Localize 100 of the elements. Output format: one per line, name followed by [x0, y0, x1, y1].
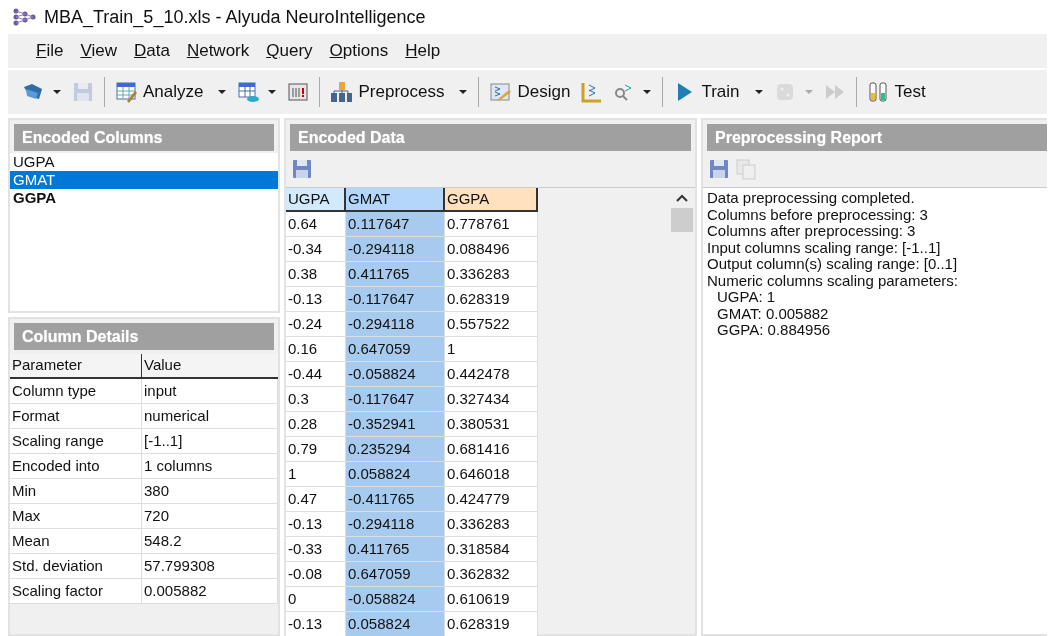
caret-icon[interactable] — [217, 89, 228, 95]
caret-icon[interactable] — [267, 89, 278, 95]
table-cell: 380 — [142, 479, 278, 504]
table-icon — [237, 81, 260, 103]
table-cell: 0.411765 — [346, 537, 445, 562]
table-cell: 0.628319 — [445, 612, 538, 636]
table-cell: Max — [10, 504, 142, 529]
scroll-thumb[interactable] — [671, 208, 693, 232]
panel-header: Encoded Data — [290, 124, 691, 151]
panel-header: Encoded Columns — [14, 124, 274, 151]
toolbar-button[interactable]: Analyze — [143, 79, 204, 105]
panel-header: Column Details — [14, 323, 274, 350]
toolbar-button[interactable]: Train — [701, 79, 740, 105]
caret-icon[interactable] — [753, 89, 764, 95]
table-cell: Format — [10, 404, 142, 429]
hierarchy-icon — [330, 81, 353, 103]
table-cell: Std. deviation — [10, 554, 142, 579]
save-icon[interactable] — [709, 159, 729, 179]
table-cell: -0.294118 — [346, 237, 445, 262]
table-cell: 0.336283 — [445, 512, 538, 537]
test-tubes-icon — [866, 81, 889, 103]
table-cell: numerical — [142, 404, 278, 429]
table-cell: 0.647059 — [346, 337, 445, 362]
report-line: Columns after preprocessing: 3 — [707, 223, 917, 240]
table-cell: 0.362832 — [445, 562, 538, 587]
save-icon — [72, 81, 94, 103]
column-header[interactable]: Value — [142, 354, 278, 379]
scroll-up-icon[interactable] — [676, 194, 688, 202]
menu-item[interactable]: View — [80, 38, 117, 64]
table-cell: -0.117647 — [346, 387, 445, 412]
table-cell: 0.647059 — [346, 562, 445, 587]
column-header[interactable]: GGPA — [445, 188, 538, 212]
toolbar-button[interactable]: Design — [517, 79, 571, 105]
table-cell: 0.005882 — [142, 579, 278, 604]
toolbar-button[interactable]: Preprocess — [358, 79, 445, 105]
table-cell: input — [142, 379, 278, 404]
save-icon[interactable] — [292, 159, 312, 179]
table-cell: 0.778761 — [445, 212, 538, 237]
menu-item[interactable]: Network — [186, 38, 250, 64]
table-cell: 0.442478 — [445, 362, 538, 387]
report-line: UGPA: 1 — [716, 289, 777, 306]
table-cell: Min — [10, 479, 142, 504]
table-cell: -0.411765 — [346, 487, 445, 512]
table-cell: 1 — [445, 337, 538, 362]
table-cell: 1 columns — [142, 454, 278, 479]
table-edit-icon — [115, 81, 137, 103]
menu-item[interactable]: Query — [266, 38, 313, 64]
panel-header: Preprocessing Report — [707, 124, 1047, 151]
table-cell: 548.2 — [142, 529, 278, 554]
menu-item[interactable]: Help — [405, 38, 441, 64]
table-cell: 0.336283 — [445, 262, 538, 287]
report-line: Numeric columns scaling parameters: — [707, 272, 959, 289]
column-header[interactable]: UGPA — [286, 188, 346, 212]
caret-icon[interactable] — [642, 89, 653, 95]
chart-icon — [580, 81, 603, 103]
table-cell: 0.327434 — [445, 387, 538, 412]
column-header[interactable]: Parameter — [10, 354, 142, 379]
table-cell: -0.117647 — [346, 287, 445, 312]
table-cell: 0.610619 — [445, 587, 538, 612]
table-cell: 0.318584 — [445, 537, 538, 562]
table-cell: -0.294118 — [346, 312, 445, 337]
table-cell: 0.628319 — [445, 287, 538, 312]
menu-item[interactable]: File — [36, 38, 64, 64]
caret-icon[interactable] — [458, 89, 469, 95]
report-line: GMAT: 0.005882 — [716, 305, 830, 322]
table-cell: 0.380531 — [445, 412, 538, 437]
table-cell: Mean — [10, 529, 142, 554]
table-cell: 0.058824 — [346, 612, 445, 636]
caret-icon[interactable] — [52, 89, 62, 95]
table-cell: -0.058824 — [346, 362, 445, 387]
network-icon — [12, 8, 36, 26]
table-cell: Encoded into — [10, 454, 142, 479]
report-line: Output column(s) scaling range: [0..1] — [707, 256, 959, 273]
menu-item[interactable]: Data — [133, 38, 170, 64]
report-line: GGPA: 0.884956 — [716, 322, 832, 339]
table-cell: [-1..1] — [142, 429, 278, 454]
report-icon — [287, 81, 310, 103]
list-item[interactable]: UGPA — [10, 153, 278, 171]
list-item[interactable]: GGPA — [10, 189, 278, 207]
column-header[interactable]: GMAT — [346, 188, 445, 212]
table-cell: 720 — [142, 504, 278, 529]
table-cell: 0.411765 — [346, 262, 445, 287]
table-cell: 57.799308 — [142, 554, 278, 579]
window-title: MBA_Train_5_10.xls - Alyuda NeuroIntelligence — [44, 5, 426, 30]
table-cell: -0.352941 — [346, 412, 445, 437]
table-cell: 0.557522 — [445, 312, 538, 337]
table-cell: Column type — [10, 379, 142, 404]
report-line: Columns before preprocessing: 3 — [707, 206, 929, 223]
table-cell: 0.235294 — [346, 437, 445, 462]
list-item[interactable]: GMAT — [10, 171, 278, 189]
table-cell: 0.424779 — [445, 487, 538, 512]
report-line: Input columns scaling range: [-1..1] — [707, 239, 942, 256]
table-cell: 0.117647 — [346, 212, 445, 237]
table-cell: 0.646018 — [445, 462, 538, 487]
table-cell: 0.088496 — [445, 237, 538, 262]
table-cell: -0.058824 — [346, 587, 445, 612]
table-cell: 0.058824 — [346, 462, 445, 487]
menu-item[interactable]: Options — [329, 38, 389, 64]
design-icon — [489, 81, 512, 103]
toolbar-button[interactable]: Test — [894, 79, 926, 105]
